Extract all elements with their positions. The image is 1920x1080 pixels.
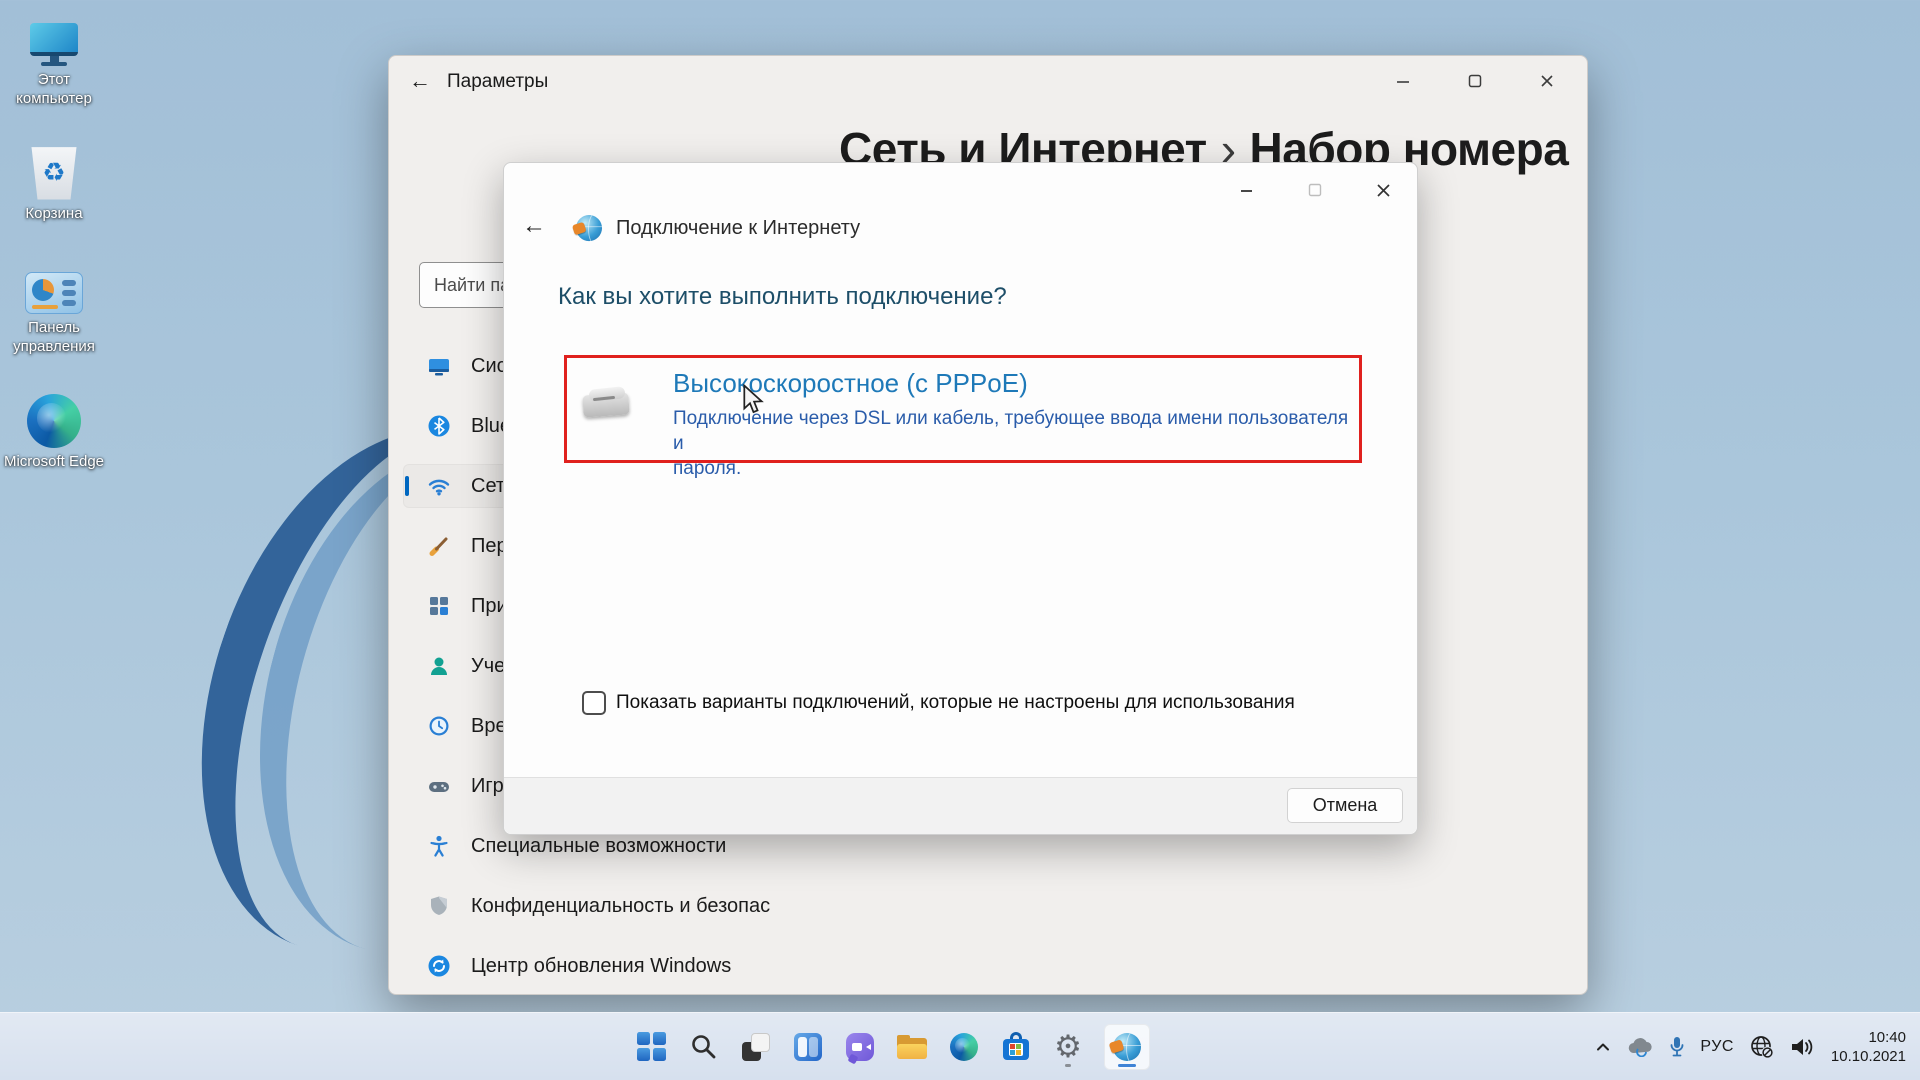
pppoe-option-description: Подключение через DSL или кабель, требую… bbox=[673, 406, 1359, 481]
microphone-tray-icon[interactable] bbox=[1669, 1036, 1685, 1058]
desktop-icon-edge[interactable]: Microsoft Edge bbox=[2, 390, 106, 472]
dialer-connection-button[interactable] bbox=[1104, 1024, 1150, 1070]
edge-icon bbox=[27, 390, 81, 448]
pppoe-option-title[interactable]: Высокоскоростное (с PPPoE) bbox=[673, 368, 1028, 399]
control-panel-icon bbox=[25, 256, 83, 314]
globe-no-internet-icon bbox=[1749, 1034, 1775, 1060]
file-explorer-button[interactable] bbox=[896, 1024, 928, 1070]
recycle-bin-icon: ♻ bbox=[29, 142, 79, 200]
chat-camera-icon bbox=[846, 1033, 874, 1061]
wifi-icon bbox=[427, 474, 451, 498]
widgets-icon bbox=[794, 1033, 822, 1061]
modem-icon bbox=[583, 388, 633, 418]
desktop-icon-control-panel[interactable]: Панель управления bbox=[2, 256, 106, 357]
language-indicator[interactable]: РУС bbox=[1700, 1038, 1734, 1056]
internet-connection-icon bbox=[574, 213, 602, 241]
bluetooth-icon bbox=[427, 414, 451, 438]
chevron-up-icon bbox=[1595, 1041, 1611, 1053]
desktop-icon-column: Этот компьютер ♻ Корзина Панель управлен… bbox=[2, 8, 110, 472]
cancel-button[interactable]: Отмена bbox=[1287, 788, 1403, 823]
store-button[interactable] bbox=[1000, 1024, 1032, 1070]
system-tray: РУС 10:40 10.10.2021 bbox=[1595, 1013, 1906, 1080]
tray-date: 10.10.2021 bbox=[1831, 1047, 1906, 1066]
store-bag-icon bbox=[1002, 1032, 1030, 1062]
windows-desktop: { "desktop": { "icons": [ { "label": "Эт… bbox=[0, 0, 1920, 1080]
close-button[interactable] bbox=[1535, 70, 1559, 92]
windows-logo-icon bbox=[637, 1032, 667, 1062]
settings-titlebar: ← Параметры bbox=[389, 56, 1587, 104]
desktop-icon-label: Этот компьютер bbox=[2, 71, 106, 109]
apps-icon bbox=[427, 594, 451, 618]
desktop-icon-recycle-bin[interactable]: ♻ Корзина bbox=[2, 142, 106, 224]
show-options-checkbox-row[interactable]: Показать варианты подключений, которые н… bbox=[582, 691, 1295, 715]
desktop-icon-this-pc[interactable]: Этот компьютер bbox=[2, 8, 106, 109]
desktop-icon-label: Microsoft Edge bbox=[4, 453, 104, 472]
sidebar-item-windows-update[interactable]: Центр обновления Windows bbox=[403, 944, 687, 988]
connect-internet-dialog: ← Подключение к Интернету Как вы хотите … bbox=[503, 162, 1418, 835]
clock[interactable]: 10:40 10.10.2021 bbox=[1831, 1028, 1906, 1066]
this-pc-icon bbox=[30, 8, 78, 66]
minimize-button[interactable] bbox=[1235, 179, 1259, 201]
task-view-icon bbox=[741, 1032, 771, 1062]
sidebar-item-label: Конфиденциальность и безопас bbox=[471, 895, 770, 918]
dialog-footer: Отмена bbox=[504, 777, 1417, 834]
folder-icon bbox=[897, 1034, 927, 1061]
selected-accent-bar bbox=[405, 476, 409, 496]
search-icon bbox=[690, 1033, 718, 1061]
update-icon bbox=[427, 954, 451, 978]
start-button[interactable] bbox=[636, 1024, 668, 1070]
back-arrow-icon[interactable]: ← bbox=[405, 67, 435, 95]
sidebar-item-privacy[interactable]: Конфиденциальность и безопас bbox=[403, 884, 687, 928]
hidden-icons-chevron[interactable] bbox=[1595, 1041, 1611, 1053]
settings-window-title: Параметры bbox=[447, 71, 548, 93]
system-icon bbox=[427, 354, 451, 378]
minimize-button[interactable] bbox=[1391, 70, 1415, 92]
accessibility-icon bbox=[427, 834, 451, 858]
microphone-icon bbox=[1669, 1036, 1685, 1058]
person-icon bbox=[427, 654, 451, 678]
search-button[interactable] bbox=[688, 1024, 720, 1070]
back-arrow-icon[interactable]: ← bbox=[518, 211, 550, 241]
pppoe-option[interactable]: Высокоскоростное (с PPPoE) Подключение ч… bbox=[567, 358, 1359, 460]
shield-icon bbox=[427, 894, 451, 918]
edge-icon bbox=[950, 1033, 978, 1061]
clock-icon bbox=[427, 714, 451, 738]
close-button[interactable] bbox=[1371, 179, 1395, 201]
tray-time: 10:40 bbox=[1831, 1028, 1906, 1047]
speaker-icon bbox=[1790, 1036, 1816, 1058]
active-indicator bbox=[1118, 1064, 1136, 1067]
settings-button[interactable]: ⚙ bbox=[1052, 1024, 1084, 1070]
dialog-title: Подключение к Интернету bbox=[616, 217, 860, 240]
cloud-icon bbox=[1626, 1037, 1654, 1057]
sidebar-item-label: Центр обновления Windows bbox=[471, 955, 731, 978]
internet-connection-icon bbox=[1112, 1032, 1142, 1062]
gear-icon: ⚙ bbox=[1054, 1032, 1082, 1062]
running-indicator bbox=[1065, 1064, 1071, 1067]
edge-button[interactable] bbox=[948, 1024, 980, 1070]
network-tray-icon[interactable] bbox=[1749, 1034, 1775, 1060]
task-view-button[interactable] bbox=[740, 1024, 772, 1070]
gamepad-icon bbox=[427, 774, 451, 798]
paintbrush-icon bbox=[427, 534, 451, 558]
taskbar: ⚙ РУС bbox=[0, 1012, 1920, 1080]
checkbox-label: Показать варианты подключений, которые н… bbox=[616, 692, 1295, 714]
desktop-icon-label: Панель управления bbox=[2, 319, 106, 357]
desktop-icon-label: Корзина bbox=[25, 205, 82, 224]
chat-button[interactable] bbox=[844, 1024, 876, 1070]
mouse-cursor bbox=[740, 384, 766, 419]
dialog-question: Как вы хотите выполнить подключение? bbox=[558, 283, 1007, 311]
taskbar-center-icons: ⚙ bbox=[636, 1013, 1150, 1080]
widgets-button[interactable] bbox=[792, 1024, 824, 1070]
checkbox-unchecked[interactable] bbox=[582, 691, 606, 715]
volume-tray-icon[interactable] bbox=[1790, 1036, 1816, 1058]
maximize-button[interactable] bbox=[1463, 70, 1487, 92]
sidebar-item-label: Специальные возможности bbox=[471, 835, 726, 858]
onedrive-tray-icon[interactable] bbox=[1626, 1037, 1654, 1057]
maximize-button[interactable] bbox=[1303, 179, 1327, 201]
red-annotation-box: Высокоскоростное (с PPPoE) Подключение ч… bbox=[564, 355, 1362, 463]
